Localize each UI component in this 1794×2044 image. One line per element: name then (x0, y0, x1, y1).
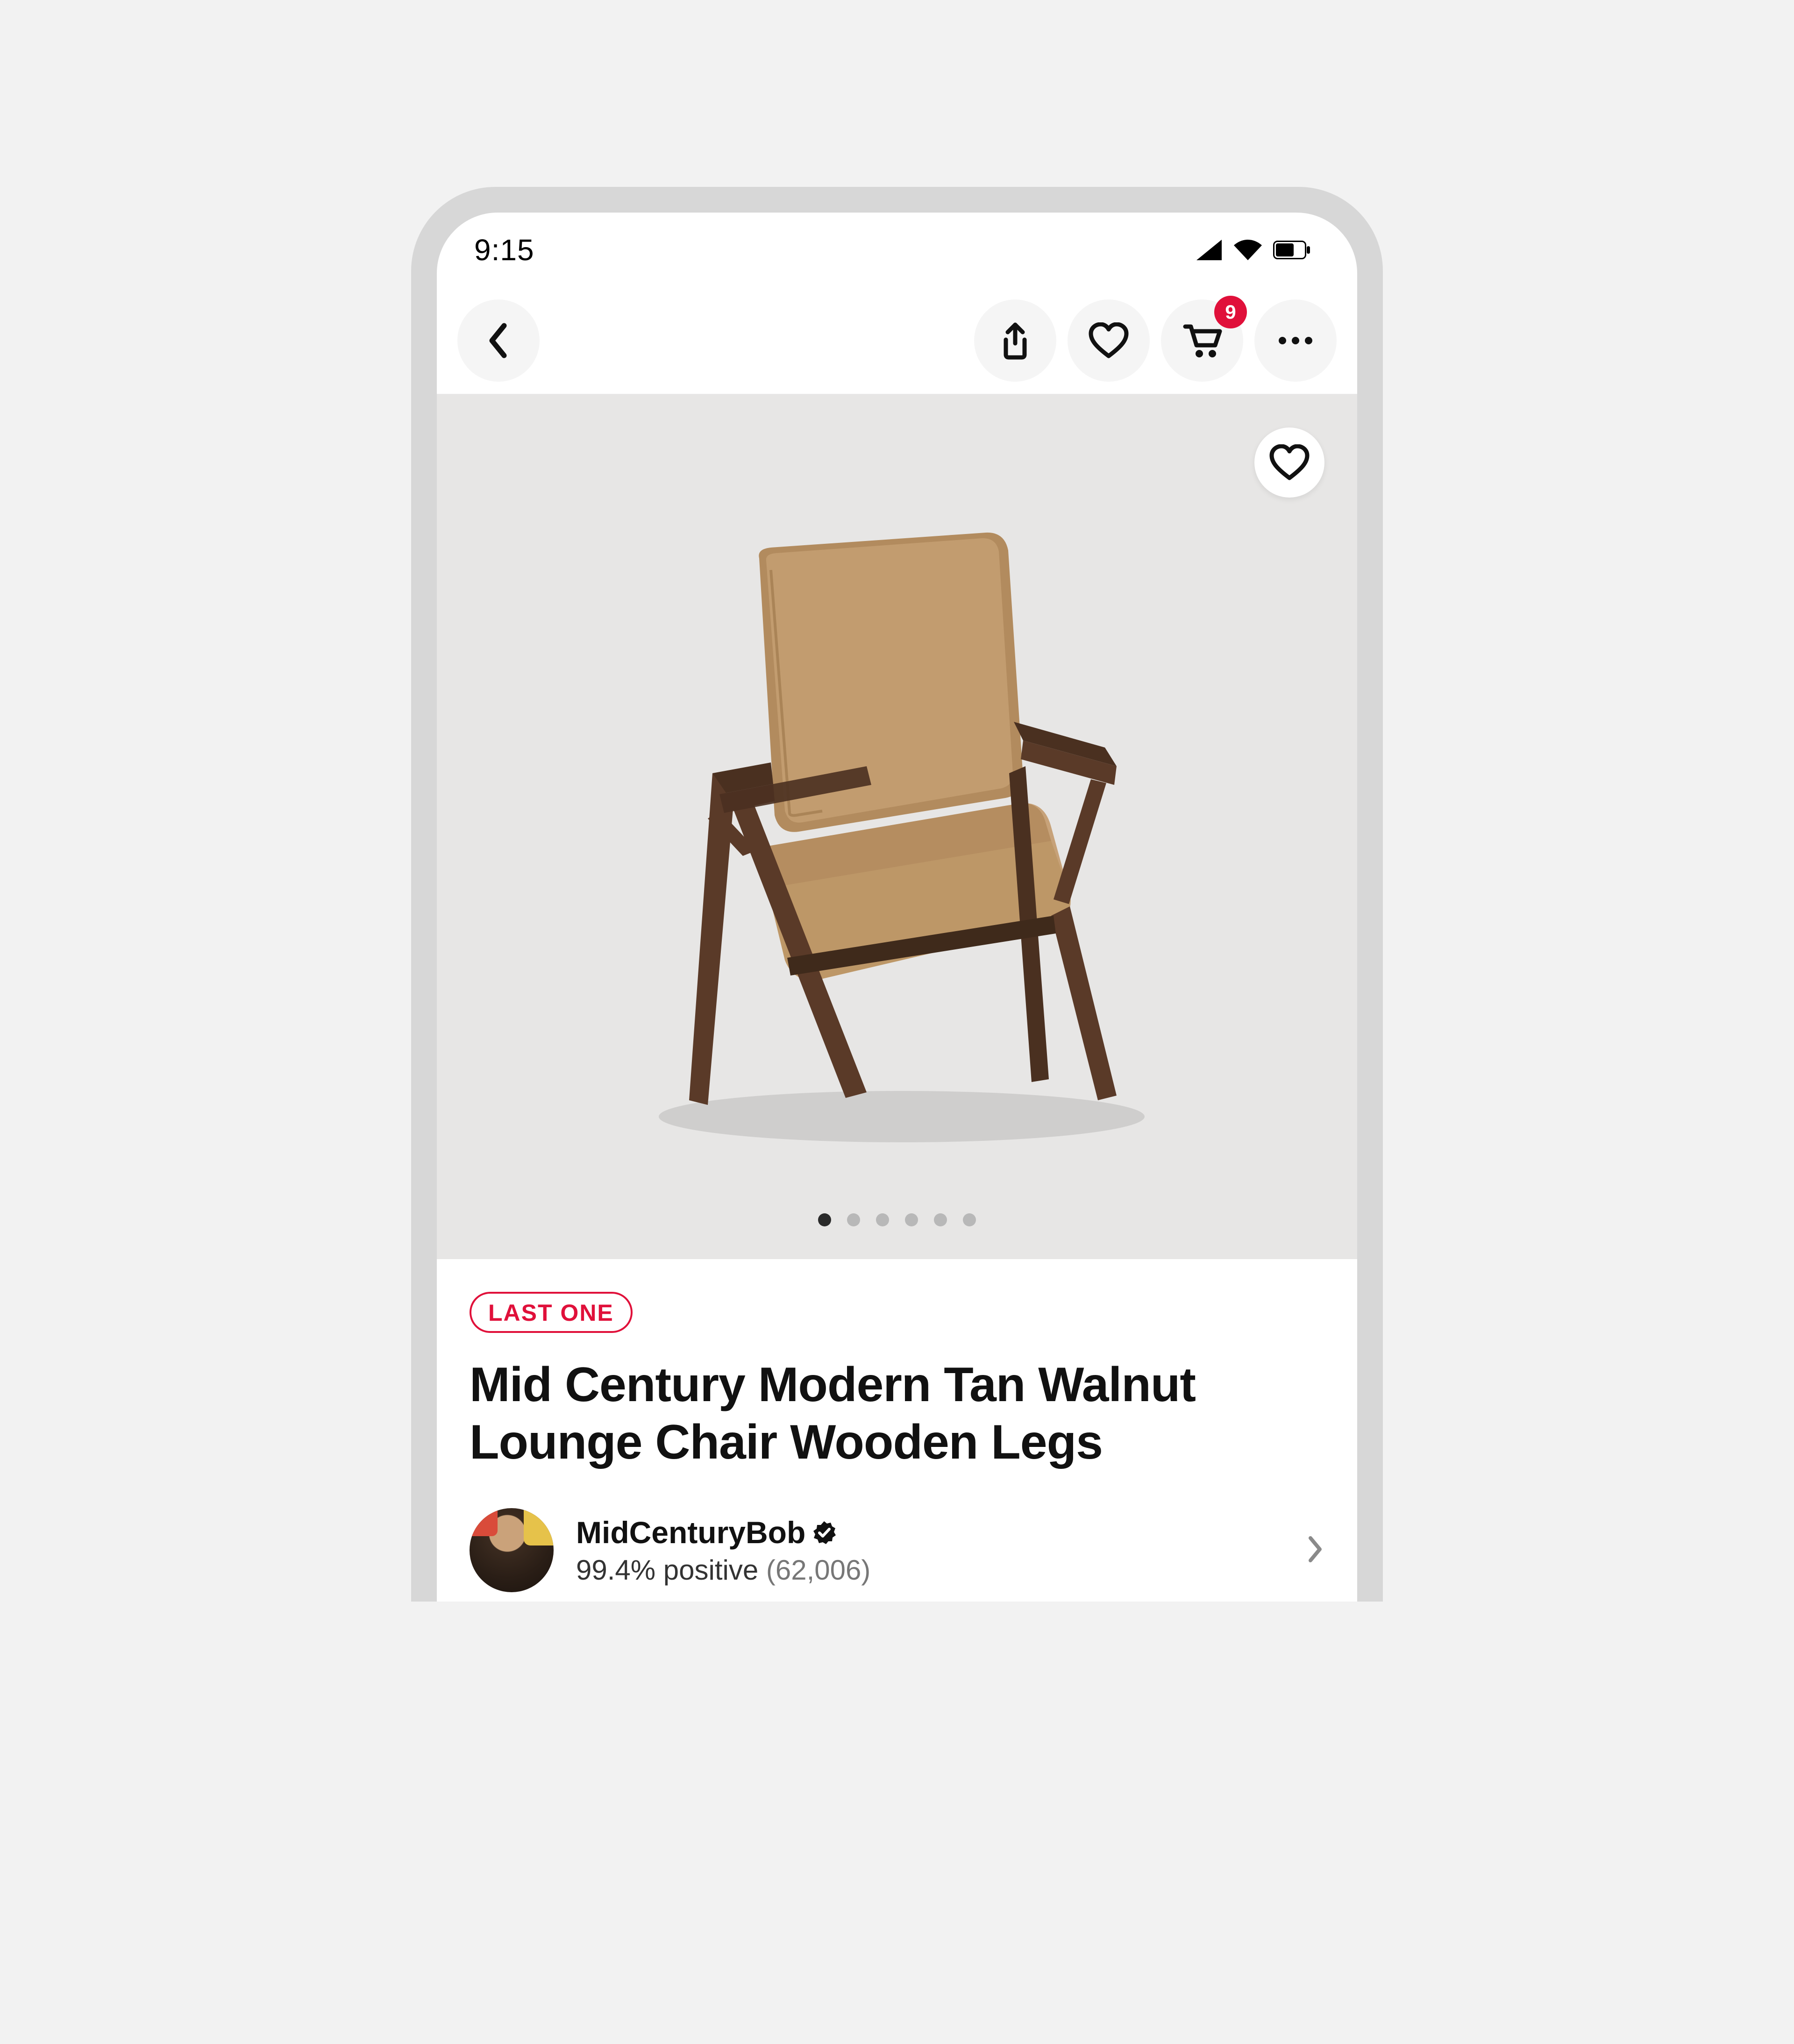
carousel-dot[interactable] (934, 1213, 947, 1226)
product-details: LAST ONE Mid Century Modern Tan Walnut L… (437, 1259, 1357, 1602)
share-button[interactable] (974, 299, 1056, 382)
favorite-button[interactable] (1068, 299, 1150, 382)
carousel-dot[interactable] (905, 1213, 918, 1226)
carousel-dots (437, 1213, 1357, 1226)
cart-icon (1182, 321, 1223, 360)
more-horizontal-icon (1277, 336, 1314, 345)
image-favorite-button[interactable] (1254, 427, 1324, 498)
seller-info: MidCenturyBob 99.4% positive (62,006) (576, 1515, 1283, 1586)
carousel-dot[interactable] (963, 1213, 976, 1226)
product-image (603, 505, 1191, 1149)
top-nav: 9 (437, 287, 1357, 395)
status-bar: 9:15 (437, 213, 1357, 287)
phone-screen: 9:15 (437, 213, 1357, 1602)
seller-review-count: (62,006) (766, 1554, 870, 1586)
chevron-right-icon (1306, 1534, 1324, 1567)
canvas: 9:15 (0, 0, 1794, 2044)
verified-badge-icon (812, 1520, 836, 1545)
battery-icon (1273, 241, 1310, 259)
cart-button[interactable]: 9 (1161, 299, 1243, 382)
stock-pill: LAST ONE (470, 1292, 633, 1333)
carousel-dot[interactable] (847, 1213, 860, 1226)
product-image-carousel[interactable] (437, 395, 1357, 1259)
seller-stats: 99.4% positive (62,006) (576, 1554, 1283, 1586)
status-icons (1196, 239, 1310, 261)
share-icon (998, 321, 1032, 360)
more-button[interactable] (1254, 299, 1337, 382)
status-time: 9:15 (474, 233, 534, 267)
carousel-dot[interactable] (818, 1213, 831, 1226)
heart-icon (1269, 444, 1310, 481)
seller-name: MidCenturyBob (576, 1515, 805, 1550)
seller-row[interactable]: MidCenturyBob 99.4% positive (62,006) (470, 1508, 1324, 1602)
phone-frame: 9:15 (411, 187, 1383, 1602)
seller-positive: 99.4% positive (576, 1554, 758, 1586)
chevron-left-icon (485, 322, 512, 359)
wifi-icon (1233, 239, 1263, 261)
carousel-dot[interactable] (876, 1213, 889, 1226)
back-button[interactable] (457, 299, 540, 382)
product-title: Mid Century Modern Tan Walnut Lounge Cha… (470, 1356, 1324, 1471)
cart-badge: 9 (1214, 296, 1247, 328)
seller-avatar (470, 1508, 554, 1592)
heart-icon (1088, 322, 1129, 359)
cellular-icon (1196, 239, 1223, 261)
